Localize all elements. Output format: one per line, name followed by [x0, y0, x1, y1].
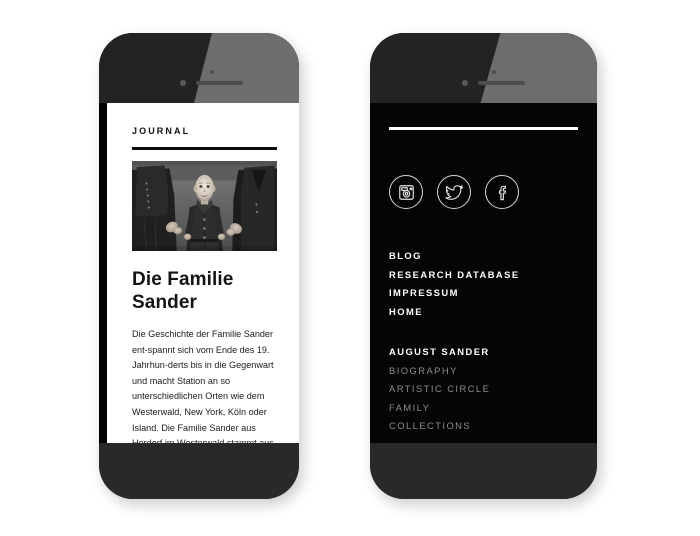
proximity-sensor-icon-right [492, 70, 496, 74]
navigation-menu-page: BLOG RESEARCH DATABASE IMPRESSUM HOME AU… [370, 103, 597, 443]
screen-right: BLOG RESEARCH DATABASE IMPRESSUM HOME AU… [370, 103, 597, 443]
phone-body-right: BLOG RESEARCH DATABASE IMPRESSUM HOME AU… [370, 33, 597, 499]
phone-body-left: JOURNAL Die Familie Sander Die Geschicht… [99, 33, 299, 499]
phone-top-bezel-left [99, 33, 299, 103]
menu-item-biography[interactable]: BIOGRAPHY [389, 362, 583, 381]
menu-item-home[interactable]: HOME [389, 303, 583, 322]
smartphone-mockup-left: JOURNAL Die Familie Sander Die Geschicht… [99, 33, 299, 499]
menu-list: BLOG RESEARCH DATABASE IMPRESSUM HOME AU… [389, 247, 583, 443]
article-hero-image [132, 161, 277, 251]
article-headline: Die Familie Sander [132, 269, 234, 313]
instagram-icon[interactable] [389, 175, 423, 209]
twitter-icon[interactable] [437, 175, 471, 209]
facebook-icon[interactable] [485, 175, 519, 209]
menu-top-divider [389, 127, 578, 130]
front-camera-icon-right [462, 80, 468, 86]
earpiece-speaker-icon [196, 81, 243, 85]
article-body-text: Die Geschichte der Familie Sander ent-sp… [132, 329, 274, 443]
menu-group-spacer [389, 321, 583, 343]
phone-top-bezel-right [370, 33, 597, 103]
phone-bottom-bezel-right [370, 443, 597, 499]
menu-section-august-sander[interactable]: AUGUST SANDER [389, 343, 583, 362]
menu-item-collections[interactable]: COLLECTIONS [389, 417, 583, 436]
header-divider [132, 147, 277, 150]
screen-glare-overlay-right [480, 33, 597, 103]
phone-bottom-bezel-left [99, 443, 299, 499]
menu-item-blog[interactable]: BLOG [389, 247, 583, 266]
menu-group-spacer-2 [389, 436, 583, 444]
earpiece-speaker-icon-right [478, 81, 525, 85]
mockup-canvas: JOURNAL Die Familie Sander Die Geschicht… [0, 0, 700, 536]
article-body: Die Geschichte der Familie Sander ent-sp… [132, 327, 277, 443]
screen-glare-overlay [194, 33, 299, 103]
menu-item-family[interactable]: FAMILY [389, 399, 583, 418]
journal-article-page: JOURNAL Die Familie Sander Die Geschicht… [107, 103, 299, 443]
social-links-row [389, 175, 519, 209]
smartphone-mockup-right: BLOG RESEARCH DATABASE IMPRESSUM HOME AU… [370, 33, 597, 499]
screen-left: JOURNAL Die Familie Sander Die Geschicht… [99, 103, 299, 443]
front-camera-icon [180, 80, 186, 86]
proximity-sensor-icon [210, 70, 214, 74]
menu-item-research-database[interactable]: RESEARCH DATABASE [389, 266, 583, 285]
menu-item-impressum[interactable]: IMPRESSUM [389, 284, 583, 303]
menu-item-artistic-circle[interactable]: ARTISTIC CIRCLE [389, 380, 583, 399]
page-title: JOURNAL [132, 126, 191, 136]
screen-left-edge-strip [99, 103, 107, 443]
